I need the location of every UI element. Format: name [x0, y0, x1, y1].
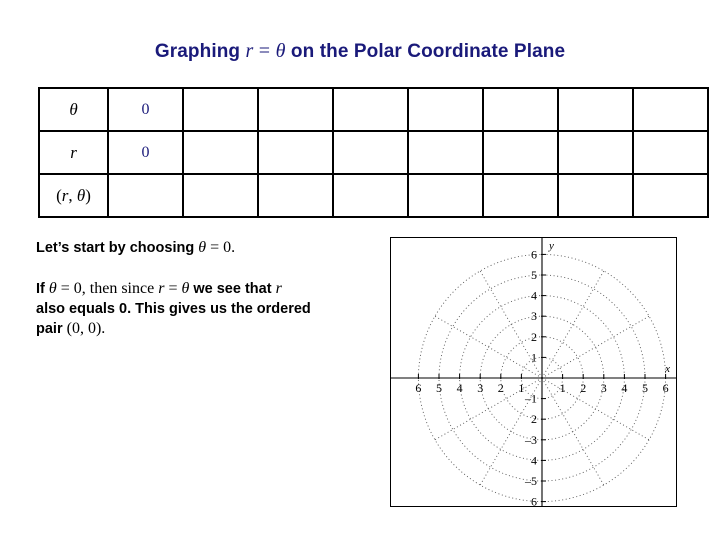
cell-r-7[interactable]: [557, 130, 634, 175]
cell-r-6[interactable]: [482, 130, 559, 175]
cell-pair-6[interactable]: [482, 173, 559, 218]
x-tick-label-pos-1: 1: [560, 381, 566, 395]
p2-line-2: also equals 0. This gives us the ordered: [36, 301, 311, 317]
cell-theta-7[interactable]: [557, 87, 634, 132]
y-tick-label-pos-3: 3: [531, 309, 537, 323]
y-tick-label-neg-3: –3: [524, 433, 537, 447]
cell-pair-3[interactable]: [257, 173, 334, 218]
cell-r-1[interactable]: 0: [107, 130, 184, 175]
x-tick-label-pos-3: 3: [601, 381, 607, 395]
y-tick-label-pos-5: 5: [531, 268, 537, 282]
x-tick-label-neg-1: 1: [518, 381, 524, 395]
cell-pair-7[interactable]: [557, 173, 634, 218]
x-tick-label-pos-4: 4: [621, 381, 627, 395]
title-prefix: Graphing: [154, 41, 241, 62]
polar-spoke-150: [434, 315, 543, 379]
pair-comma: ,: [68, 185, 77, 205]
cell-pair-5[interactable]: [407, 173, 484, 218]
cell-pair-8[interactable]: [632, 173, 709, 218]
p2-text-d: we see that: [189, 281, 276, 297]
title-equals: =: [258, 40, 271, 62]
polar-grid-svg: 6 5 4 3 2 1 1 2 3 4 5 6654321–12–34–56yx: [391, 238, 676, 506]
cell-theta-2[interactable]: [182, 87, 259, 132]
x-tick-label-neg-6: 6: [415, 381, 421, 395]
p2-r-2: r: [275, 280, 282, 297]
title-math-r: r: [245, 40, 254, 62]
title-suffix: on the Polar Coordinate Plane: [290, 41, 566, 62]
cell-pair-2[interactable]: [182, 173, 259, 218]
p2-text-c: =: [164, 280, 182, 297]
pair-theta: θ: [76, 185, 86, 205]
polar-spoke-330: [541, 377, 650, 441]
y-tick-label-pos-1: 1: [531, 350, 537, 364]
row-label-r: r: [38, 130, 109, 175]
y-tick-label-pos-4: 4: [531, 289, 537, 303]
polar-values-table: θ 0 r 0 (r, θ): [38, 87, 709, 218]
y-tick-label-neg-6: 6: [531, 495, 537, 506]
explanation-text: Let’s start by choosing θ = 0. If θ = 0,…: [36, 238, 376, 339]
cell-r-8[interactable]: [632, 130, 709, 175]
cell-theta-1[interactable]: 0: [107, 87, 184, 132]
cell-r-4[interactable]: [332, 130, 409, 175]
x-tick-label-pos-6: 6: [663, 381, 669, 395]
row-label-ordered-pair: (r, θ): [38, 173, 109, 218]
cell-theta-8[interactable]: [632, 87, 709, 132]
title-math-theta: θ: [275, 40, 286, 62]
x-tick-label-neg-2: 2: [498, 381, 504, 395]
y-tick-label-neg-1: –1: [524, 392, 537, 406]
cell-r-5[interactable]: [407, 130, 484, 175]
row-label-theta: θ: [38, 87, 109, 132]
x-tick-label-neg-3: 3: [477, 381, 483, 395]
cell-theta-5[interactable]: [407, 87, 484, 132]
cell-r-2[interactable]: [182, 130, 259, 175]
explanation-paragraph-1: Let’s start by choosing θ = 0.: [36, 238, 376, 258]
polar-spoke-60: [541, 270, 605, 379]
p2-ordered-pair: (0, 0): [66, 320, 102, 337]
y-axis-label: y: [548, 240, 554, 252]
x-tick-label-neg-4: 4: [457, 381, 463, 395]
polar-spoke-30: [541, 315, 650, 379]
cell-pair-1[interactable]: [107, 173, 184, 218]
x-tick-label-neg-5: 5: [436, 381, 442, 395]
x-axis-label: x: [664, 363, 670, 375]
p2-text-a: If: [36, 281, 49, 297]
cell-theta-4[interactable]: [332, 87, 409, 132]
p2-text-b: = 0, then since: [56, 280, 159, 297]
y-tick-label-neg-5: –5: [524, 474, 537, 488]
p1-text-b: .: [231, 239, 236, 256]
table-row: (r, θ): [38, 173, 709, 218]
p2-line-3-a: pair: [36, 321, 67, 337]
polar-coordinate-plane[interactable]: 6 5 4 3 2 1 1 2 3 4 5 6 6 5 4 3 2 1 –1 2 –3 4 –5 6 y x: [390, 237, 677, 507]
p1-eq: = 0: [206, 239, 232, 256]
p1-theta: θ: [198, 239, 207, 256]
page-title: Graphing r = θ on the Polar Coordinate P…: [0, 40, 720, 63]
explanation-paragraph-2: If θ = 0, then since r = θ we see that r…: [36, 279, 376, 339]
cell-pair-4[interactable]: [332, 173, 409, 218]
p2-line-3-b: .: [101, 320, 106, 337]
y-tick-label-neg-4: 4: [531, 453, 537, 467]
x-tick-label-pos-2: 2: [580, 381, 586, 395]
table-row: θ 0: [38, 87, 709, 132]
y-tick-label-pos-6: 6: [531, 247, 537, 261]
cell-theta-6[interactable]: [482, 87, 559, 132]
y-tick-label-pos-2: 2: [531, 330, 537, 344]
p2-theta-1: θ: [48, 280, 57, 297]
x-tick-label-pos-5: 5: [642, 381, 648, 395]
y-tick-label-neg-2: 2: [531, 412, 537, 426]
cell-theta-3[interactable]: [257, 87, 334, 132]
polar-spoke-300: [541, 377, 605, 486]
table-row: r 0: [38, 130, 709, 175]
polar-spoke-210: [434, 377, 543, 441]
cell-r-3[interactable]: [257, 130, 334, 175]
p1-text-a: Let’s start by choosing: [36, 240, 199, 256]
pair-close: ): [85, 185, 91, 205]
